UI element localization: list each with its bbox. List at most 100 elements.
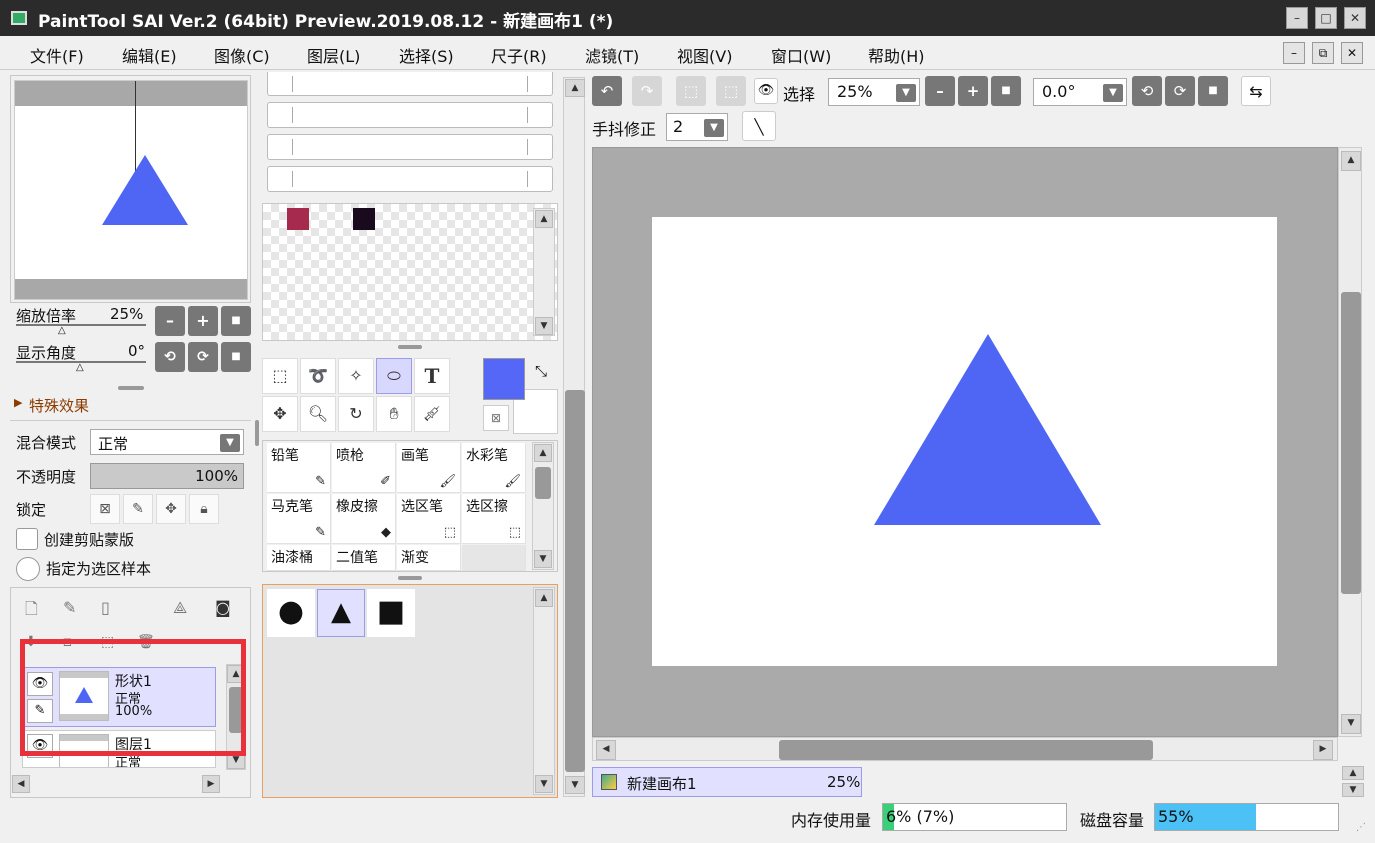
deselect-icon[interactable]: ⬚ [676, 76, 706, 106]
line-tool-icon[interactable]: ╲ [742, 111, 776, 141]
redo-icon[interactable]: ↷ [632, 76, 662, 106]
eyedropper-icon[interactable]: 💉︎ [414, 396, 450, 432]
brush-watercolor[interactable]: 水彩笔 🖌︎ [462, 443, 526, 493]
rotate-right-icon[interactable]: ⟳ [1165, 76, 1195, 106]
triangle-shape-icon[interactable]: ▲ [317, 589, 365, 637]
maximize-button[interactable]: □ [1315, 7, 1337, 29]
eye-icon[interactable]: 👁︎ [754, 78, 778, 104]
new-folder-icon[interactable]: ▯ [101, 598, 110, 617]
menu-ruler[interactable]: 尺子(R) [491, 43, 547, 67]
circle-shape-icon[interactable]: ● [267, 589, 315, 637]
canvas-viewport[interactable] [592, 147, 1338, 737]
color-slider-1[interactable] [267, 72, 553, 96]
rect-select-icon[interactable]: ⬚ [262, 358, 298, 394]
panel-scrollbar[interactable]: ▲ ▼ [563, 77, 585, 797]
new-linework-layer-icon[interactable]: ✎ [63, 598, 76, 617]
layer-filter-icon[interactable]: ⟁ [173, 598, 187, 618]
canvas-zoom-out-button[interactable]: – [925, 76, 955, 106]
doc-minimize-button[interactable]: – [1283, 42, 1305, 64]
swap-colors-icon[interactable]: ⤡ [535, 362, 547, 380]
navigator-preview[interactable] [14, 80, 248, 300]
rotate-left-icon[interactable]: ⟲ [1132, 76, 1162, 106]
zoom-value[interactable]: 25% [110, 305, 143, 323]
zoom-reset-button[interactable]: ■ [221, 306, 251, 336]
menu-filter[interactable]: 滤镜(T) [585, 43, 639, 67]
resize-grip-icon[interactable]: ⋰ [1356, 822, 1366, 833]
rotate-reset-button[interactable]: ■ [221, 342, 251, 372]
tab-scroll-down-icon[interactable]: ▼ [1342, 783, 1364, 797]
canvas-vscrollbar[interactable]: ▲ ▼ [1338, 147, 1362, 737]
flip-horizontal-icon[interactable]: ⇆ [1241, 76, 1271, 106]
panel-splitter[interactable] [398, 576, 422, 580]
scroll-up-icon[interactable]: ▲ [565, 79, 585, 97]
document-tab[interactable]: 新建画布1 25% [592, 767, 862, 797]
brush-select-pen[interactable]: 选区笔 ⬚ [397, 494, 461, 544]
swatch-1[interactable] [287, 208, 309, 230]
zoom-slider-handle[interactable]: △ [58, 325, 66, 336]
rotate-right-icon[interactable]: ⟳ [188, 342, 218, 372]
scroll-left-icon[interactable]: ◀ [12, 775, 30, 793]
new-layer-icon[interactable]: 🗋 [25, 598, 38, 625]
menu-select[interactable]: 选择(S) [399, 43, 454, 67]
lock-paint-icon[interactable]: ✎ [123, 494, 153, 524]
canvas-hscrollbar[interactable]: ◀ ▶ [592, 737, 1338, 761]
scroll-thumb[interactable] [779, 740, 1153, 760]
canvas-zoom-reset-button[interactable]: ■ [991, 76, 1021, 106]
doc-close-button[interactable]: ✕ [1341, 42, 1363, 64]
scroll-down-icon[interactable]: ▼ [535, 775, 553, 793]
menu-layer[interactable]: 图层(L) [307, 43, 360, 67]
brush-scrollbar[interactable]: ▲ ▼ [532, 442, 554, 570]
lasso-icon[interactable]: ➰ [300, 358, 336, 394]
opacity-slider[interactable]: 100% [90, 463, 244, 489]
invert-selection-icon[interactable]: ⬚ [716, 76, 746, 106]
zoom-icon[interactable]: 🔍︎ [300, 396, 336, 432]
scroll-down-icon[interactable]: ▼ [565, 776, 585, 794]
scroll-down-icon[interactable]: ▼ [535, 317, 553, 335]
scroll-down-icon[interactable]: ▼ [534, 550, 552, 568]
menu-file[interactable]: 文件(F) [30, 43, 84, 67]
tab-scroll-up-icon[interactable]: ▲ [1342, 766, 1364, 780]
scroll-thumb[interactable] [1341, 292, 1361, 594]
scroll-thumb[interactable] [565, 390, 585, 772]
menu-view[interactable]: 视图(V) [677, 43, 732, 67]
triangle-shape[interactable] [874, 334, 1102, 526]
brush-airbrush[interactable]: 喷枪 ✐ [332, 443, 396, 493]
expand-triangle-icon[interactable]: ▶ [14, 396, 22, 409]
color-slider-3[interactable] [267, 134, 553, 160]
swatch-2[interactable] [353, 208, 375, 230]
brush-brush[interactable]: 画笔 🖌︎ [397, 443, 461, 493]
sample-radio[interactable] [16, 557, 40, 581]
zoom-slider[interactable] [16, 324, 146, 326]
brush-marker[interactable]: 马克笔 ✎ [267, 494, 331, 544]
zoom-out-button[interactable]: – [155, 306, 185, 336]
hand-icon[interactable]: ✋︎ [376, 396, 412, 432]
lock-transparency-icon[interactable]: ⊠ [90, 494, 120, 524]
zoom-in-button[interactable]: + [188, 306, 218, 336]
primary-color[interactable] [483, 358, 525, 400]
scroll-up-icon[interactable]: ▲ [1341, 151, 1361, 171]
shape-scrollbar[interactable]: ▲ ▼ [533, 587, 555, 795]
panel-splitter[interactable] [118, 386, 144, 390]
magic-wand-icon[interactable]: ✧ [338, 358, 374, 394]
lock-all-icon[interactable]: 🔒︎ [189, 494, 219, 524]
color-slider-2[interactable] [267, 102, 553, 128]
lock-move-icon[interactable]: ✥ [156, 494, 186, 524]
canvas-angle-select[interactable]: 0.0° ▼ [1033, 78, 1127, 106]
menu-window[interactable]: 窗口(W) [771, 43, 831, 67]
brush-bucket[interactable]: 油漆桶 [267, 545, 331, 571]
text-tool-icon[interactable]: T [414, 358, 450, 394]
menu-image[interactable]: 图像(C) [214, 43, 270, 67]
blend-mode-select[interactable]: 正常 ▼ [90, 429, 244, 455]
rotate-reset-button[interactable]: ■ [1198, 76, 1228, 106]
vertical-splitter[interactable] [255, 420, 259, 446]
scroll-up-icon[interactable]: ▲ [535, 589, 553, 607]
brush-select-eraser[interactable]: 选区擦 ⬚ [462, 494, 526, 544]
shape-tool-icon[interactable]: ⬭ [376, 358, 412, 394]
stabilizer-select[interactable]: 2 ▼ [666, 113, 728, 141]
doc-restore-button[interactable]: ⧉ [1312, 42, 1334, 64]
scroll-right-icon[interactable]: ▶ [202, 775, 220, 793]
rotate-icon[interactable]: ↻ [338, 396, 374, 432]
color-slider-4[interactable] [267, 166, 553, 192]
scroll-down-icon[interactable]: ▼ [1341, 714, 1361, 734]
effects-label[interactable]: 特殊效果 [29, 395, 89, 416]
